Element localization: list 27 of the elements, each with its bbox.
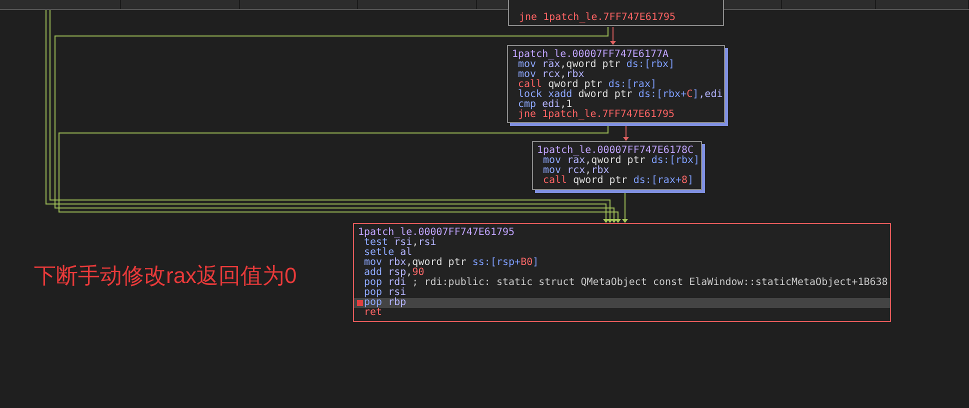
instruction-line[interactable]: mov rbx,qword ptr ss:[rsp+B0] [354,258,890,268]
instruction-line[interactable]: mov rcx,rbx [508,70,724,80]
instruction-line[interactable]: call qword ptr ds:[rax] [508,80,724,90]
instruction-line[interactable]: pop rsi [354,288,890,298]
block-label[interactable]: 1patch_le.00007FF747E61795 [354,228,890,238]
connector-arrow [623,124,629,141]
instruction-line[interactable]: lock xadd dword ptr ds:[rbx+C],edi [508,90,724,100]
instruction-line[interactable]: cmp edi,1 [508,100,724,110]
instruction-line[interactable]: mov rax,qword ptr ds:[rbx] [508,60,724,70]
instruction-line[interactable]: add rsp,90 [354,268,890,278]
instruction-line[interactable]: mov rax,qword ptr ds:[rbx] [533,156,701,166]
instruction-line[interactable]: ret [354,308,890,318]
block-label[interactable]: 1patch_le.00007FF747E6177A [508,50,724,60]
instruction-line[interactable]: jne 1patch_le.7FF747E61795 [508,110,724,120]
breakpoint-icon[interactable] [357,300,363,306]
instruction-line[interactable]: jne 1patch_le.7FF747E61795 [509,13,723,23]
code-block[interactable]: 1patch_le.00007FF747E6177A mov rax,qword ptr ds:[rbx] mov rcx,rbx call qword ptr ds:[rax] lock xadd dword ptr ds:[rbx+C],edi cmp edi,1 jne 1patch_le.7FF747E61795 [507,45,725,123]
instruction-line[interactable]: mov rcx,rbx [533,166,701,176]
block-label[interactable]: 1patch_le.00007FF747E6178C [533,146,701,156]
annotation-text: 下断手动修改rax返回值为0 [34,262,297,290]
code-block[interactable]: 1patch_le.00007FF747E6178C mov rax,qword ptr ds:[rbx] mov rcx,rbx call qword ptr ds:[rax+8] [532,141,702,190]
code-block[interactable]: 1patch_le.00007FF747E61795 test rsi,rsi setle al mov rbx,qword ptr ss:[rsp+B0] add rsp,90 pop rdi ; rdi:public: static struct QMetaObject const ElaWindow::staticMetaObject+1B638 pop rsi pop rbp ret [353,223,891,322]
instruction-line[interactable]: setle al [354,248,890,258]
instruction-line[interactable]: test rsi,rsi [354,238,890,248]
code-block[interactable]: jne 1patch_le.7FF747E61795 [508,0,724,26]
instruction-line[interactable]: pop rdi ; rdi:public: static struct QMetaObject const ElaWindow::staticMetaObject+1B638 [354,278,890,288]
instruction-line[interactable]: call qword ptr ds:[rax+8] [533,176,701,186]
